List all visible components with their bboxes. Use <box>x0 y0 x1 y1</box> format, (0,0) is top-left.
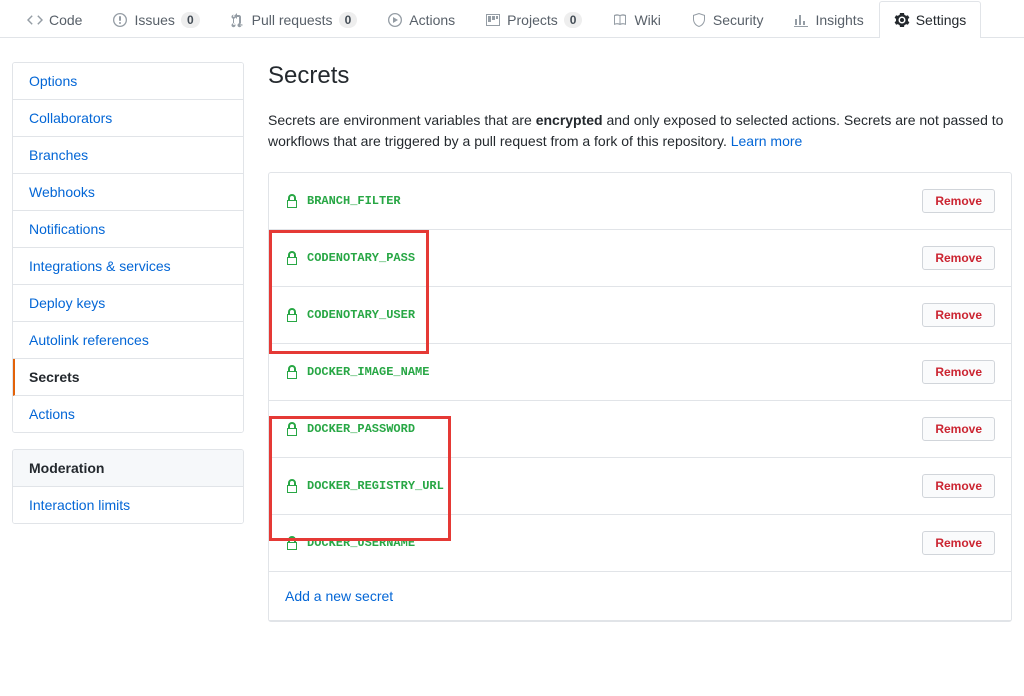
remove-button[interactable]: Remove <box>922 417 995 441</box>
secrets-content: Secrets Secrets are environment variable… <box>268 62 1012 622</box>
play-icon <box>387 12 403 28</box>
secret-name: DOCKER_REGISTRY_URL <box>307 479 444 493</box>
secret-row: CODENOTARY_PASS Remove <box>269 230 1011 287</box>
tab-code-label: Code <box>49 12 82 28</box>
graph-icon <box>793 12 809 28</box>
tab-projects-label: Projects <box>507 12 558 28</box>
sidebar-item-webhooks[interactable]: Webhooks <box>13 174 243 211</box>
sidebar-item-options[interactable]: Options <box>13 63 243 100</box>
secret-row: DOCKER_PASSWORD Remove <box>269 401 1011 458</box>
secret-name: BRANCH_FILTER <box>307 194 401 208</box>
code-icon <box>27 12 43 28</box>
secret-name: DOCKER_IMAGE_NAME <box>307 365 429 379</box>
remove-button[interactable]: Remove <box>922 246 995 270</box>
tab-projects-count: 0 <box>564 12 583 28</box>
add-secret-link[interactable]: Add a new secret <box>285 588 393 604</box>
sidebar-item-deploy-keys[interactable]: Deploy keys <box>13 285 243 322</box>
tab-insights-label: Insights <box>815 12 863 28</box>
tab-issues-count: 0 <box>181 12 200 28</box>
sidebar-moderation-menu: Moderation Interaction limits <box>12 449 244 524</box>
secrets-list: BRANCH_FILTER Remove CODENOTARY_PASS Rem… <box>268 172 1012 622</box>
issue-icon <box>112 12 128 28</box>
project-icon <box>485 12 501 28</box>
tab-security[interactable]: Security <box>676 1 779 38</box>
sidebar-item-collaborators[interactable]: Collaborators <box>13 100 243 137</box>
tab-pulls-label: Pull requests <box>252 12 333 28</box>
settings-layout: Options Collaborators Branches Webhooks … <box>0 38 1024 622</box>
secret-row: DOCKER_IMAGE_NAME Remove <box>269 344 1011 401</box>
secret-row: BRANCH_FILTER Remove <box>269 173 1011 230</box>
tab-settings[interactable]: Settings <box>879 1 982 38</box>
remove-button[interactable]: Remove <box>922 474 995 498</box>
repo-nav: Code Issues 0 Pull requests 0 Actions Pr… <box>0 0 1024 38</box>
sidebar-item-interaction-limits[interactable]: Interaction limits <box>13 487 243 523</box>
secret-name: CODENOTARY_PASS <box>307 251 415 265</box>
pull-request-icon <box>230 12 246 28</box>
tab-wiki[interactable]: Wiki <box>597 1 675 38</box>
remove-button[interactable]: Remove <box>922 189 995 213</box>
secret-row: DOCKER_REGISTRY_URL Remove <box>269 458 1011 515</box>
lock-icon <box>285 421 299 437</box>
sidebar-item-integrations[interactable]: Integrations & services <box>13 248 243 285</box>
secret-row: DOCKER_USERNAME Remove <box>269 515 1011 572</box>
add-secret-row: Add a new secret <box>269 572 1011 621</box>
tab-code[interactable]: Code <box>12 1 97 38</box>
secret-name: DOCKER_PASSWORD <box>307 422 415 436</box>
desc-bold: encrypted <box>536 112 603 128</box>
remove-button[interactable]: Remove <box>922 531 995 555</box>
tab-wiki-label: Wiki <box>634 12 660 28</box>
tab-actions[interactable]: Actions <box>372 1 470 38</box>
lock-icon <box>285 478 299 494</box>
sidebar-item-autolink[interactable]: Autolink references <box>13 322 243 359</box>
lock-icon <box>285 307 299 323</box>
tab-issues-label: Issues <box>134 12 174 28</box>
book-icon <box>612 12 628 28</box>
tab-insights[interactable]: Insights <box>778 1 878 38</box>
sidebar-item-actions[interactable]: Actions <box>13 396 243 432</box>
tab-pulls[interactable]: Pull requests 0 <box>215 1 373 38</box>
secret-name: CODENOTARY_USER <box>307 308 415 322</box>
sidebar-main-menu: Options Collaborators Branches Webhooks … <box>12 62 244 433</box>
lock-icon <box>285 364 299 380</box>
sidebar-item-notifications[interactable]: Notifications <box>13 211 243 248</box>
tab-pulls-count: 0 <box>339 12 358 28</box>
settings-sidebar: Options Collaborators Branches Webhooks … <box>12 62 244 622</box>
page-title: Secrets <box>268 62 1012 90</box>
tab-security-label: Security <box>713 12 764 28</box>
page-description: Secrets are environment variables that a… <box>268 110 1012 152</box>
tab-issues[interactable]: Issues 0 <box>97 1 214 38</box>
lock-icon <box>285 535 299 551</box>
secret-row: CODENOTARY_USER Remove <box>269 287 1011 344</box>
gear-icon <box>894 12 910 28</box>
lock-icon <box>285 193 299 209</box>
secret-name: DOCKER_USERNAME <box>307 536 415 550</box>
lock-icon <box>285 250 299 266</box>
tab-settings-label: Settings <box>916 12 967 28</box>
desc-prefix: Secrets are environment variables that a… <box>268 112 536 128</box>
sidebar-item-branches[interactable]: Branches <box>13 137 243 174</box>
learn-more-link[interactable]: Learn more <box>731 133 803 149</box>
tab-actions-label: Actions <box>409 12 455 28</box>
sidebar-item-secrets: Secrets <box>13 359 243 396</box>
sidebar-moderation-header: Moderation <box>13 450 243 487</box>
remove-button[interactable]: Remove <box>922 303 995 327</box>
shield-icon <box>691 12 707 28</box>
remove-button[interactable]: Remove <box>922 360 995 384</box>
tab-projects[interactable]: Projects 0 <box>470 1 597 38</box>
